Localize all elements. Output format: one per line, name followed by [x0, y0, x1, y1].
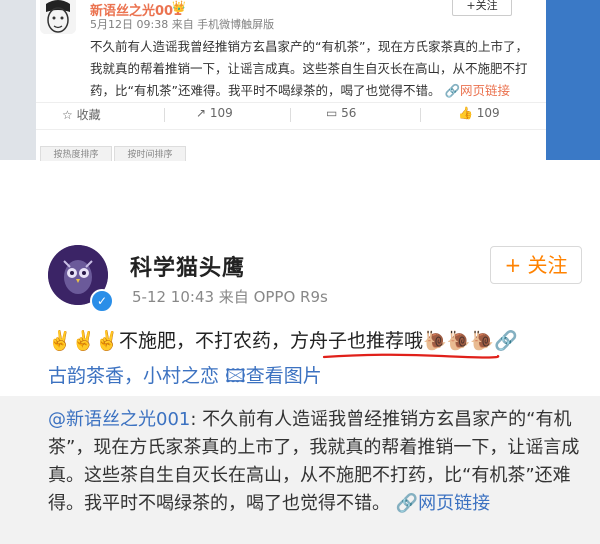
victory-hand-icon: ✌️✌️✌️ — [48, 330, 119, 352]
star-icon: ☆ — [62, 108, 73, 122]
follow-button[interactable]: +关注 — [452, 0, 512, 16]
link-icon[interactable]: 🔗 — [494, 330, 518, 352]
comment-icon: ▭ — [326, 106, 338, 120]
highlighted-text: 方舟子也推荐哦 — [290, 330, 424, 352]
view-image-link[interactable]: 🖾查看图片 — [225, 365, 322, 387]
link-icon: 🔗 — [444, 83, 461, 98]
follow-button[interactable]: + 关注 — [490, 246, 582, 284]
divider — [290, 108, 291, 122]
repost-button[interactable]: ↗ 109 — [196, 106, 233, 120]
web-link-label: 网页链接 — [460, 83, 511, 98]
image-icon: 🖾 — [225, 365, 246, 387]
tab-time[interactable]: 按时间排序 — [114, 146, 186, 161]
right-blue-strip — [546, 0, 600, 160]
web-link[interactable]: 🔗网页链接 — [396, 493, 490, 514]
post-meta: 5-12 10:43 来自 OPPO R9s — [132, 288, 328, 306]
view-image-label: 查看图片 — [245, 365, 322, 387]
post-meta: 5月12日 09:38 来自 手机微博触屏版 — [90, 18, 275, 31]
red-underline-mark — [322, 353, 500, 359]
avatar[interactable] — [40, 0, 76, 34]
like-count: 109 — [476, 106, 500, 120]
mention-link[interactable]: @新语丝之光001 — [48, 409, 190, 430]
thumbs-up-icon: 👍 — [458, 106, 473, 120]
post-text: 不久前有人造谣我曾经推销方玄昌家产的“有机茶”，现在方氏家茶真的上市了，我就真的… — [90, 36, 540, 102]
repost-count: 109 — [209, 106, 233, 120]
post-link-line: 古韵茶香，小村之恋 🖾查看图片 — [48, 361, 322, 394]
comment-button[interactable]: ▭ 56 — [326, 106, 356, 120]
collect-label: 收藏 — [76, 108, 101, 122]
divider — [164, 108, 165, 122]
web-link-label: 网页链接 — [418, 493, 491, 514]
post-text-line: ✌️✌️✌️不施肥，不打农药，方舟子也推荐哦🐌🐌🐌🔗 — [48, 326, 518, 353]
like-button[interactable]: 👍 109 — [458, 106, 500, 120]
post-text-prefix: 不施肥，不打农药， — [118, 330, 290, 352]
web-link[interactable]: 🔗网页链接 — [444, 83, 510, 98]
username[interactable]: 科学猫头鹰 — [130, 250, 245, 282]
link-icon: 🔗 — [395, 493, 419, 514]
repost-icon: ↗ — [196, 106, 207, 120]
link-text[interactable]: 古韵茶香，小村之恋 — [48, 365, 219, 387]
divider — [420, 108, 421, 122]
collect-button[interactable]: ☆ 收藏 — [62, 106, 101, 123]
quoted-post-text: @新语丝之光001: 不久前有人造谣我曾经推销方玄昌家产的“有机茶”，现在方氏家… — [48, 406, 588, 518]
tab-hot[interactable]: 按热度排序 — [40, 146, 112, 161]
crown-icon: 👑 — [172, 0, 186, 13]
snail-icon: 🐌🐌🐌 — [423, 330, 494, 352]
face-sketch-icon — [40, 0, 76, 34]
comment-count: 56 — [341, 106, 357, 120]
verified-badge-icon: ✓ — [90, 289, 114, 313]
